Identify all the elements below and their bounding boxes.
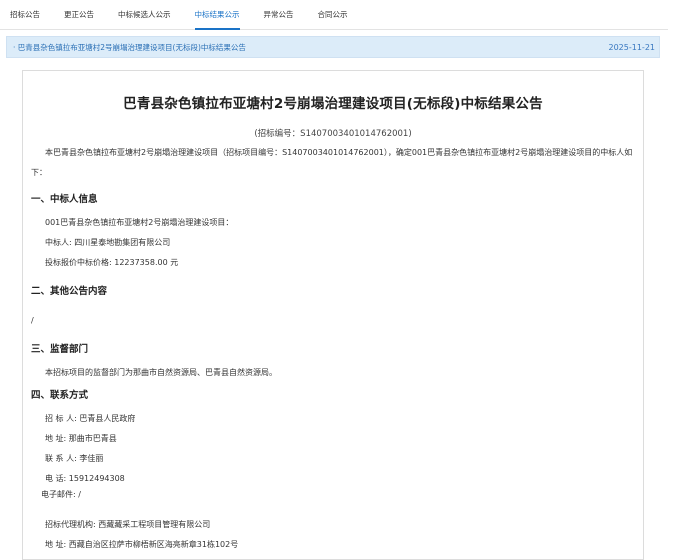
- notice-date: 2025-11-21: [608, 42, 656, 52]
- winner-name-line: 中标人: 四川星泰地勘集团有限公司: [45, 238, 171, 247]
- agency-address: 地 址: 西藏自治区拉萨市柳梧新区海亮新章31栋102号: [45, 540, 239, 549]
- notice-link[interactable]: · 巴青县杂色镇拉布亚塘村2号崩塌治理建设项目(无标段)中标结果公告: [13, 42, 246, 53]
- announcement-document: 巴青县杂色镇拉布亚塘村2号崩塌治理建设项目(无标段)中标结果公告 (招标编号：S…: [22, 70, 644, 560]
- contact-email: 电子邮件: /: [41, 490, 81, 499]
- contact-person: 联 系 人: 李佳丽: [45, 454, 104, 463]
- contact-address: 地 址: 那曲市巴青县: [45, 434, 117, 443]
- announcement-tabs: 招标公告 更正公告 中标候选人公示 中标结果公示 异常公告 合同公示: [0, 0, 668, 30]
- intro-paragraph: 本巴青县杂色镇拉布亚塘村2号崩塌治理建设项目（招标项目编号：S140700340…: [31, 148, 633, 177]
- tab-contract-publicity[interactable]: 合同公示: [318, 0, 348, 30]
- tab-candidate-publicity[interactable]: 中标候选人公示: [118, 0, 171, 30]
- contact-phone: 电 话: 15912494308: [45, 474, 125, 483]
- tab-award-result[interactable]: 中标结果公示: [194, 0, 240, 30]
- winner-project-line: 001巴青县杂色镇拉布亚塘村2号崩塌治理建设项目：: [45, 218, 234, 227]
- notice-link-text[interactable]: 巴青县杂色镇拉布亚塘村2号崩塌治理建设项目(无标段)中标结果公告: [18, 43, 246, 52]
- contact-heading: 四、联系方式: [31, 390, 89, 401]
- tab-abnormal-notice[interactable]: 异常公告: [264, 0, 294, 30]
- contact-tenderer: 招 标 人: 巴青县人民政府: [45, 414, 136, 423]
- other-content: /: [31, 316, 34, 325]
- tender-code: (招标编号：S1407003401014762001): [254, 129, 412, 139]
- winner-heading: 一、中标人信息: [31, 194, 98, 205]
- page-title: 巴青县杂色镇拉布亚塘村2号崩塌治理建设项目(无标段)中标结果公告: [123, 96, 543, 112]
- supervise-content: 本招标项目的监督部门为那曲市自然资源局、巴青县自然资源局。: [45, 368, 277, 377]
- other-heading: 二、其他公告内容: [31, 286, 108, 297]
- supervise-heading: 三、监督部门: [31, 344, 89, 355]
- agency-name: 招标代理机构: 西藏藏采工程项目管理有限公司: [45, 520, 211, 529]
- tab-tender-notice[interactable]: 招标公告: [10, 0, 40, 30]
- notice-bar: · 巴青县杂色镇拉布亚塘村2号崩塌治理建设项目(无标段)中标结果公告 2025-…: [6, 36, 660, 58]
- tab-correction-notice[interactable]: 更正公告: [64, 0, 94, 30]
- winner-price-line: 投标报价中标价格: 12237358.00 元: [45, 258, 179, 267]
